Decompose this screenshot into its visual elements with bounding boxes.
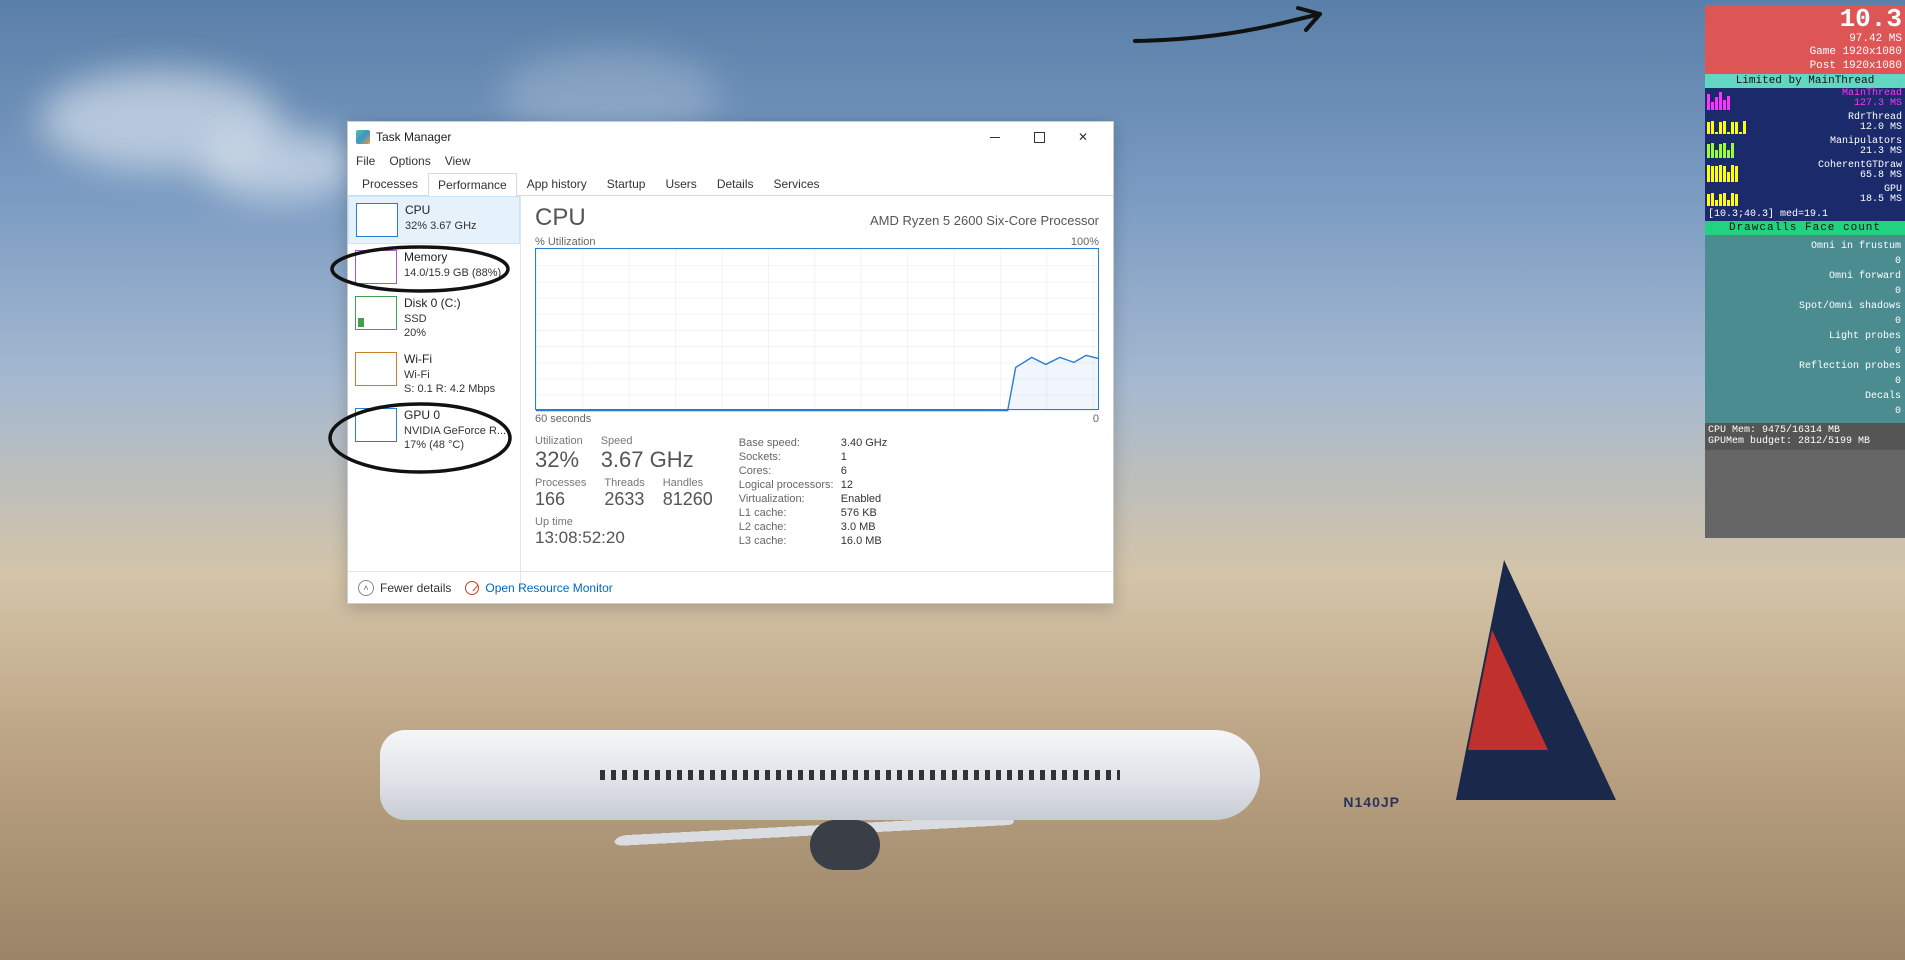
sb-disk-l1: SSD bbox=[404, 312, 461, 326]
chart-ymax: 100% bbox=[1071, 236, 1099, 248]
fewer-details-button[interactable]: ˄ Fewer details bbox=[358, 580, 451, 596]
disk-thumb-icon bbox=[355, 296, 397, 330]
proc-value: 166 bbox=[535, 489, 586, 510]
util-value: 32% bbox=[535, 447, 583, 473]
sb-gpu-l1: NVIDIA GeForce R... bbox=[404, 424, 506, 438]
aircraft-illustration: N140JP bbox=[380, 560, 1520, 880]
ov-memory: CPU Mem: 9475/16314 MB GPUMem budget: 28… bbox=[1705, 423, 1905, 450]
ov-rdrthread: RdrThread12.0 MS bbox=[1705, 112, 1905, 136]
proc-label: Processes bbox=[535, 477, 586, 489]
sb-mem-line: 14.0/15.9 GB (88%) bbox=[404, 266, 501, 280]
tab-processes[interactable]: Processes bbox=[352, 172, 428, 195]
sb-cpu-name: CPU bbox=[405, 203, 477, 219]
sb-disk-name: Disk 0 (C:) bbox=[404, 296, 461, 312]
tab-apphistory[interactable]: App history bbox=[517, 172, 597, 195]
fewer-label: Fewer details bbox=[380, 581, 451, 595]
perf-sidebar: CPU 32% 3.67 GHz Memory 14.0/15.9 GB (88… bbox=[348, 196, 521, 592]
sb-mem-name: Memory bbox=[404, 250, 501, 266]
fps-overlay: 10.3 97.42 MS Game 1920x1080 Post 1920x1… bbox=[1705, 5, 1905, 538]
memory-thumb-icon bbox=[355, 250, 397, 284]
threads-value: 2633 bbox=[604, 489, 644, 510]
chart-xleft: 60 seconds bbox=[535, 413, 591, 425]
sb-wifi-l2: S: 0.1 R: 4.2 Mbps bbox=[404, 382, 495, 396]
sb-gpu-name: GPU 0 bbox=[404, 408, 506, 424]
sidebar-item-cpu[interactable]: CPU 32% 3.67 GHz bbox=[348, 196, 520, 244]
ov-gpu-range: [10.3;40.3] med=19.1 bbox=[1705, 208, 1905, 221]
ov-post-res: Post 1920x1080 bbox=[1708, 60, 1902, 73]
annotation-arrow-fps bbox=[1130, 6, 1330, 61]
chart-xright: 0 bbox=[1093, 413, 1099, 425]
ov-drawcalls: Drawcalls Face count bbox=[1705, 221, 1905, 235]
speed-label: Speed bbox=[601, 435, 694, 447]
ov-fps: 10.3 bbox=[1708, 6, 1902, 33]
ov-frametime: 97.42 MS bbox=[1708, 33, 1902, 46]
cpu-utilization-chart[interactable] bbox=[535, 248, 1099, 410]
menu-view[interactable]: View bbox=[445, 154, 471, 168]
cpu-line-path bbox=[536, 249, 1098, 412]
chart-ylabel: % Utilization bbox=[535, 236, 596, 248]
speed-value: 3.67 GHz bbox=[601, 447, 694, 473]
aircraft-reg: N140JP bbox=[1343, 794, 1400, 810]
sb-wifi-l1: Wi-Fi bbox=[404, 368, 495, 382]
orm-label: Open Resource Monitor bbox=[485, 581, 612, 595]
cpu-thumb-icon bbox=[356, 203, 398, 237]
sidebar-item-disk[interactable]: Disk 0 (C:) SSD 20% bbox=[348, 290, 520, 346]
perf-main: CPU AMD Ryzen 5 2600 Six-Core Processor … bbox=[521, 196, 1113, 592]
chevron-up-icon: ˄ bbox=[358, 580, 374, 596]
ov-footer-box bbox=[1705, 450, 1905, 538]
tab-startup[interactable]: Startup bbox=[597, 172, 656, 195]
taskmanager-icon bbox=[356, 130, 370, 144]
ov-counters: Omni in frustum0 Omni forward0 Spot/Omni… bbox=[1705, 235, 1905, 423]
maximize-button[interactable] bbox=[1017, 122, 1061, 152]
tab-details[interactable]: Details bbox=[707, 172, 764, 195]
threads-label: Threads bbox=[604, 477, 644, 489]
menubar: File Options View bbox=[348, 152, 1113, 172]
uptime-value: 13:08:52:20 bbox=[535, 528, 713, 548]
cpu-spec-table: Base speed:3.40 GHz Sockets:1 Cores:6 Lo… bbox=[737, 435, 889, 549]
tm-footer: ˄ Fewer details Open Resource Monitor bbox=[348, 571, 1113, 603]
sidebar-item-wifi[interactable]: Wi-Fi Wi-Fi S: 0.1 R: 4.2 Mbps bbox=[348, 346, 520, 402]
open-resource-monitor-link[interactable]: Open Resource Monitor bbox=[465, 581, 612, 595]
ov-game-res: Game 1920x1080 bbox=[1708, 46, 1902, 59]
ov-manipulators: Manipulators21.3 MS bbox=[1705, 136, 1905, 160]
util-label: Utilization bbox=[535, 435, 583, 447]
ov-limited: Limited by MainThread bbox=[1705, 74, 1905, 88]
ov-mainthread: MainThread127.3 MS bbox=[1705, 88, 1905, 112]
sidebar-item-memory[interactable]: Memory 14.0/15.9 GB (88%) bbox=[348, 244, 520, 290]
handles-value: 81260 bbox=[663, 489, 713, 510]
tab-services[interactable]: Services bbox=[764, 172, 830, 195]
cpu-model: AMD Ryzen 5 2600 Six-Core Processor bbox=[870, 213, 1099, 228]
gpu-thumb-icon bbox=[355, 408, 397, 442]
task-manager-window: Task Manager ✕ File Options View Process… bbox=[347, 121, 1114, 604]
tab-performance[interactable]: Performance bbox=[428, 173, 517, 196]
ov-gpu: GPU18.5 MS bbox=[1705, 184, 1905, 208]
uptime-label: Up time bbox=[535, 516, 713, 528]
tab-users[interactable]: Users bbox=[655, 172, 706, 195]
handles-label: Handles bbox=[663, 477, 713, 489]
sb-disk-l2: 20% bbox=[404, 326, 461, 340]
sb-cpu-line: 32% 3.67 GHz bbox=[405, 219, 477, 233]
sb-wifi-name: Wi-Fi bbox=[404, 352, 495, 368]
menu-options[interactable]: Options bbox=[389, 154, 430, 168]
wifi-thumb-icon bbox=[355, 352, 397, 386]
ov-coherent: CoherentGTDraw65.8 MS bbox=[1705, 160, 1905, 184]
close-button[interactable]: ✕ bbox=[1061, 122, 1105, 152]
menu-file[interactable]: File bbox=[356, 154, 375, 168]
tabs: Processes Performance App history Startu… bbox=[348, 172, 1113, 196]
main-title: CPU bbox=[535, 204, 586, 232]
window-title: Task Manager bbox=[376, 130, 973, 144]
titlebar[interactable]: Task Manager ✕ bbox=[348, 122, 1113, 152]
minimize-button[interactable] bbox=[973, 122, 1017, 152]
sb-gpu-l2: 17% (48 °C) bbox=[404, 438, 506, 452]
ov-fps-block: 10.3 97.42 MS Game 1920x1080 Post 1920x1… bbox=[1705, 5, 1905, 74]
resource-monitor-icon bbox=[465, 581, 479, 595]
sidebar-item-gpu[interactable]: GPU 0 NVIDIA GeForce R... 17% (48 °C) bbox=[348, 402, 520, 458]
